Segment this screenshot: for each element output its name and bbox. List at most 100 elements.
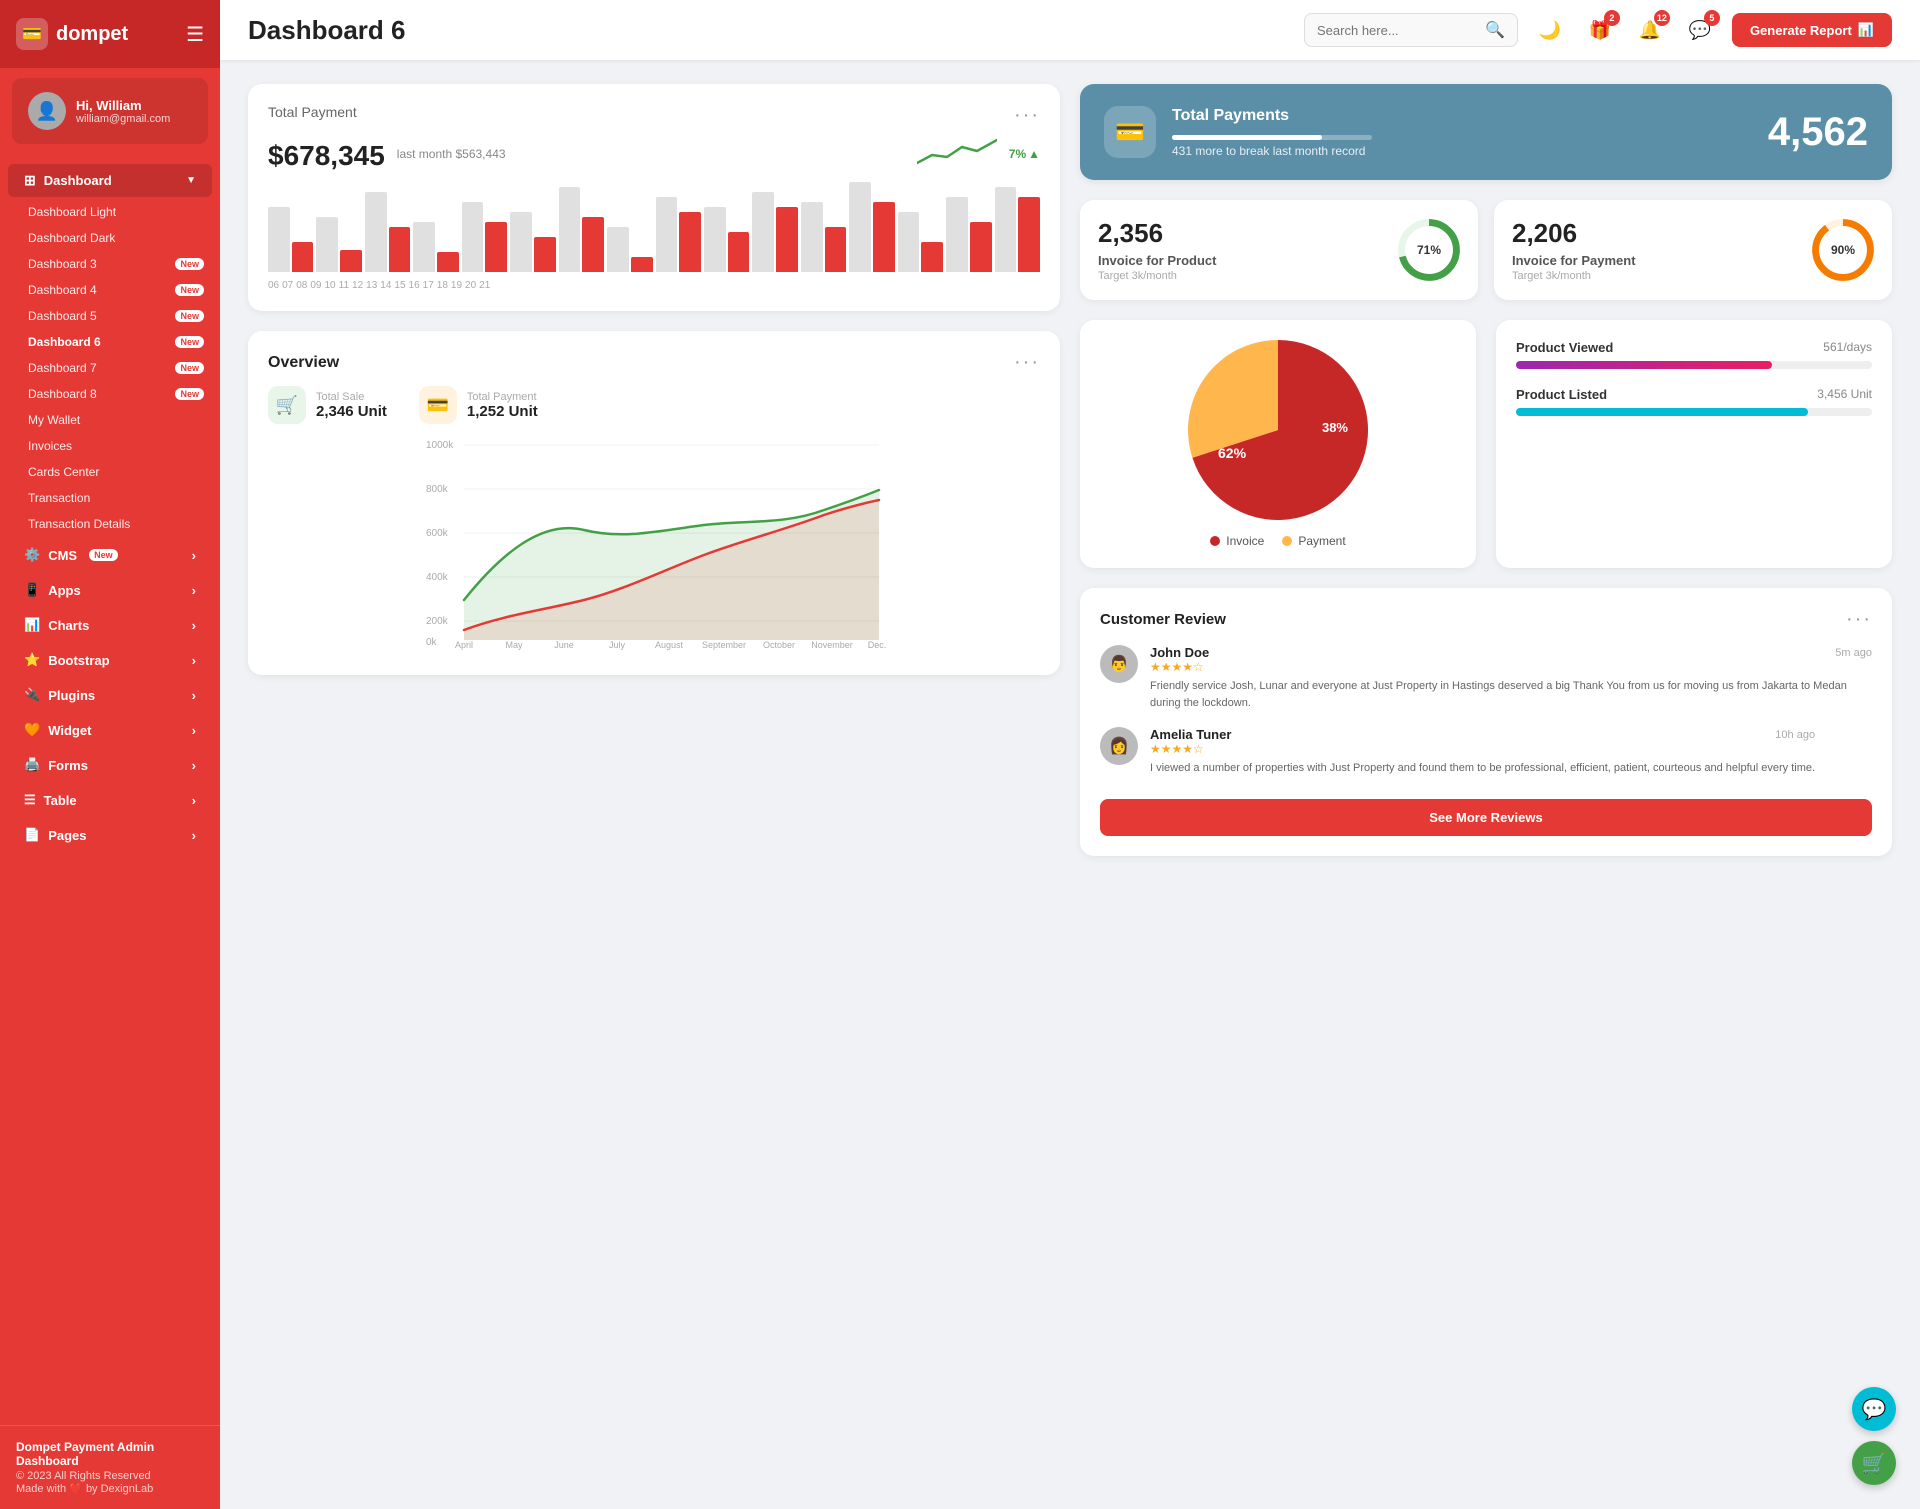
theme-toggle-button[interactable]: 🌙 bbox=[1532, 12, 1568, 48]
profile-name: Hi, William bbox=[76, 98, 170, 113]
sidebar-item-bootstrap[interactable]: ⭐ Bootstrap › bbox=[8, 643, 212, 677]
sidebar-item-dashboard-light[interactable]: Dashboard Light bbox=[0, 199, 220, 225]
overview-more-button[interactable]: ··· bbox=[1014, 351, 1040, 374]
sidebar-item-my-wallet[interactable]: My Wallet bbox=[0, 407, 220, 433]
topbar-right: 🔍 🌙 🎁 2 🔔 12 💬 5 Generate Report 📊 bbox=[1304, 12, 1892, 48]
main-area: Dashboard 6 🔍 🌙 🎁 2 🔔 12 💬 5 Gen bbox=[220, 0, 1920, 1509]
badge-new: New bbox=[175, 388, 204, 400]
sidebar-item-pages[interactable]: 📄 Pages › bbox=[8, 818, 212, 852]
svg-text:200k: 200k bbox=[426, 616, 449, 627]
review-2-time: 10h ago bbox=[1775, 729, 1815, 741]
sidebar-item-dashboard-5[interactable]: Dashboard 5 New bbox=[0, 303, 220, 329]
support-float-button[interactable]: 💬 bbox=[1852, 1387, 1896, 1431]
sidebar-item-forms[interactable]: 🖨️ Forms › bbox=[8, 748, 212, 782]
total-payment-stat-info: Total Payment 1,252 Unit bbox=[467, 391, 538, 420]
sidebar-item-dashboard-6[interactable]: Dashboard 6 New bbox=[0, 329, 220, 355]
apps-icon: 📱 bbox=[24, 582, 40, 598]
total-payment-stat-value: 1,252 Unit bbox=[467, 403, 538, 420]
trend-up-icon: ▲ bbox=[1028, 147, 1040, 161]
review-item-2: 👩 Amelia Tuner 10h ago ★★★★☆ I viewed a … bbox=[1100, 727, 1872, 777]
sidebar-item-transaction-details[interactable]: Transaction Details bbox=[0, 511, 220, 537]
sidebar-dashboard-section[interactable]: ⊞ Dashboard ▼ bbox=[8, 164, 212, 197]
gift-badge: 2 bbox=[1604, 10, 1620, 26]
product-listed-label: Product Listed bbox=[1516, 387, 1607, 402]
badge-new: New bbox=[175, 258, 204, 270]
total-payments-progress-fill bbox=[1172, 135, 1322, 140]
sidebar-item-plugins[interactable]: 🔌 Plugins › bbox=[8, 678, 212, 712]
total-payment-info: $678,345 last month $563,443 7% ▲ bbox=[268, 135, 1040, 172]
product-listed-track bbox=[1516, 408, 1872, 416]
arrow-right-icon: › bbox=[192, 723, 196, 738]
charts-icon: 📊 bbox=[24, 617, 40, 633]
sidebar-item-invoices[interactable]: Invoices bbox=[0, 433, 220, 459]
invoice-payment-value: 2,206 bbox=[1512, 218, 1636, 249]
invoice-product-info: 2,356 Invoice for Product Target 3k/mont… bbox=[1098, 218, 1216, 282]
sidebar-item-cards-center[interactable]: Cards Center bbox=[0, 459, 220, 485]
sidebar-item-dashboard-4[interactable]: Dashboard 4 New bbox=[0, 277, 220, 303]
see-more-reviews-button[interactable]: See More Reviews bbox=[1100, 799, 1872, 836]
sidebar-item-dashboard-7[interactable]: Dashboard 7 New bbox=[0, 355, 220, 381]
total-payment-more-button[interactable]: ··· bbox=[1014, 104, 1040, 127]
svg-text:600k: 600k bbox=[426, 528, 449, 539]
product-viewed-fill bbox=[1516, 361, 1772, 369]
invoice-product-percent: 71% bbox=[1417, 243, 1441, 257]
sidebar-item-dashboard-8[interactable]: Dashboard 8 New bbox=[0, 381, 220, 407]
overview-card: Overview ··· 🛒 Total Sale 2,346 Unit 💳 bbox=[248, 331, 1060, 675]
invoice-row: 2,356 Invoice for Product Target 3k/mont… bbox=[1080, 200, 1892, 300]
sidebar-item-dashboard-dark[interactable]: Dashboard Dark bbox=[0, 225, 220, 251]
reviewer-2-name: Amelia Tuner bbox=[1150, 727, 1231, 742]
content-area: Total Payment ··· $678,345 last month $5… bbox=[220, 60, 1920, 1509]
invoice-payment-donut: 90% bbox=[1812, 219, 1874, 281]
payment-legend-label: Payment bbox=[1298, 534, 1345, 548]
sidebar-item-table[interactable]: ☰ Table › bbox=[8, 783, 212, 817]
sidebar-item-widget[interactable]: 🧡 Widget › bbox=[8, 713, 212, 747]
arrow-right-icon: › bbox=[192, 653, 196, 668]
sidebar-item-apps[interactable]: 📱 Apps › bbox=[8, 573, 212, 607]
review-1-stars: ★★★★☆ bbox=[1150, 660, 1872, 674]
overview-header: Overview ··· bbox=[268, 351, 1040, 374]
invoice-product-label: Invoice for Product bbox=[1098, 253, 1216, 268]
invoice-legend-label: Invoice bbox=[1226, 534, 1264, 548]
review-card-title: Customer Review bbox=[1100, 611, 1226, 628]
badge-new: New bbox=[175, 284, 204, 296]
svg-text:May: May bbox=[505, 640, 523, 650]
sidebar-item-dashboard-3[interactable]: Dashboard 3 New bbox=[0, 251, 220, 277]
chat-badge: 5 bbox=[1704, 10, 1720, 26]
trend-line-container bbox=[917, 135, 997, 172]
total-payments-icon: 💳 bbox=[1104, 106, 1156, 158]
generate-report-button[interactable]: Generate Report 📊 bbox=[1732, 13, 1892, 47]
reviewer-1-info: John Doe 5m ago ★★★★☆ Friendly service J… bbox=[1150, 645, 1872, 711]
cart-float-button[interactable]: 🛒 bbox=[1852, 1441, 1896, 1485]
gift-button[interactable]: 🎁 2 bbox=[1582, 12, 1618, 48]
svg-text:April: April bbox=[455, 640, 473, 650]
footer-copy: © 2023 All Rights Reserved bbox=[16, 1470, 204, 1482]
search-icon[interactable]: 🔍 bbox=[1485, 20, 1505, 40]
profile-email: william@gmail.com bbox=[76, 113, 170, 125]
total-payments-value: 4,562 bbox=[1768, 110, 1868, 155]
product-listed-header: Product Listed 3,456 Unit bbox=[1516, 387, 1872, 402]
left-column: Total Payment ··· $678,345 last month $5… bbox=[248, 84, 1060, 1160]
sidebar-toggle-button[interactable]: ☰ bbox=[186, 22, 204, 47]
search-input[interactable] bbox=[1317, 23, 1477, 38]
total-payments-info: Total Payments 431 more to break last mo… bbox=[1172, 107, 1768, 158]
total-sale-icon: 🛒 bbox=[268, 386, 306, 424]
review-more-button[interactable]: ··· bbox=[1846, 608, 1872, 631]
total-sale-value: 2,346 Unit bbox=[316, 403, 387, 420]
invoice-legend-item: Invoice bbox=[1210, 534, 1264, 548]
total-sale-label: Total Sale bbox=[316, 391, 387, 403]
notification-button[interactable]: 🔔 12 bbox=[1632, 12, 1668, 48]
arrow-right-icon: › bbox=[192, 583, 196, 598]
invoice-product-value: 2,356 bbox=[1098, 218, 1216, 249]
sidebar-item-charts[interactable]: 📊 Charts › bbox=[8, 608, 212, 642]
chat-button[interactable]: 💬 5 bbox=[1682, 12, 1718, 48]
arrow-right-icon: › bbox=[192, 828, 196, 843]
svg-text:400k: 400k bbox=[426, 572, 449, 583]
sidebar-item-transaction[interactable]: Transaction bbox=[0, 485, 220, 511]
sidebar-item-cms[interactable]: ⚙️ CMS New › bbox=[8, 538, 212, 572]
invoice-payment-percent: 90% bbox=[1831, 243, 1855, 257]
svg-text:1000k: 1000k bbox=[426, 440, 454, 451]
right-column: 💳 Total Payments 431 more to break last … bbox=[1080, 84, 1892, 1160]
svg-text:800k: 800k bbox=[426, 484, 449, 495]
search-box[interactable]: 🔍 bbox=[1304, 13, 1518, 47]
invoice-product-donut: 71% bbox=[1398, 219, 1460, 281]
